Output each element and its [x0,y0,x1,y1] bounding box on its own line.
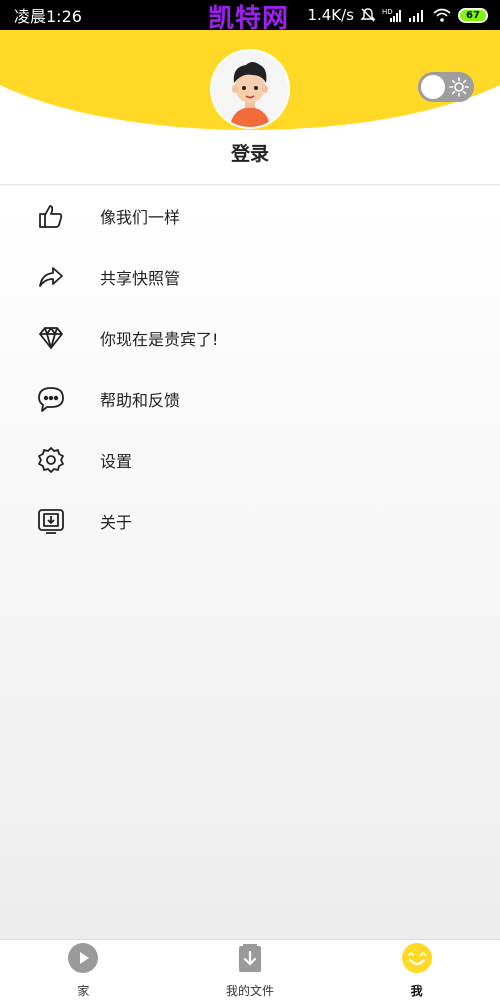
menu-label: 关于 [100,512,133,532]
chat-bubble-icon [36,384,66,414]
nav-me-label: 我 [410,983,423,998]
menu-item-share[interactable]: 共享快照管 [0,246,500,307]
menu-item-help-feedback[interactable]: 帮助和反馈 [0,368,500,429]
bottom-navigation: 家 我的文件 我 [0,939,500,1000]
svg-text:HD: HD [382,8,393,16]
menu-label: 像我们一样 [100,207,181,227]
status-time: 凌晨1:26 [14,7,82,26]
gear-icon [36,445,66,475]
menu-label: 设置 [100,451,133,471]
nav-home-label: 家 [77,983,90,998]
nav-me[interactable]: 我 [357,942,477,999]
network-speed: 1.4K/s [307,6,354,24]
login-button[interactable]: 登录 [0,139,500,166]
profile-header: 登录 [0,30,500,185]
menu-label: 共享快照管 [100,268,181,288]
menu-item-about[interactable]: 关于 [0,490,500,551]
hd-signal-icon: HD [382,7,402,23]
signal-icon [408,7,426,23]
nav-my-files[interactable]: 我的文件 [190,942,310,999]
download-box-icon [36,506,66,536]
menu-item-like-us[interactable]: 像我们一样 [0,185,500,246]
bell-off-icon [360,7,376,23]
share-icon [36,262,66,292]
nav-home[interactable]: 家 [23,942,143,999]
menu-item-vip[interactable]: 你现在是贵宾了! [0,307,500,368]
diamond-icon [36,323,66,353]
menu-list: 像我们一样 共享快照管 你现在是贵宾了! 帮助和反馈 设置 关于 [0,185,500,551]
sun-icon [447,75,471,99]
battery-icon: 67 [458,7,488,23]
nav-my-files-label: 我的文件 [225,983,274,998]
toggle-knob [421,75,445,99]
play-circle-icon [67,942,99,978]
user-avatar[interactable] [212,51,288,127]
wifi-icon [432,7,452,23]
status-bar: 凌晨1:26 凯特网 1.4K/s HD 67 [0,0,500,34]
menu-item-settings[interactable]: 设置 [0,429,500,490]
thumbs-up-icon [36,201,66,231]
menu-label: 帮助和反馈 [100,390,181,410]
watermark-text: 凯特网 [208,4,290,34]
smile-icon [401,942,433,978]
download-file-icon [234,942,266,978]
menu-label: 你现在是贵宾了! [100,329,219,349]
theme-toggle[interactable] [418,72,474,102]
